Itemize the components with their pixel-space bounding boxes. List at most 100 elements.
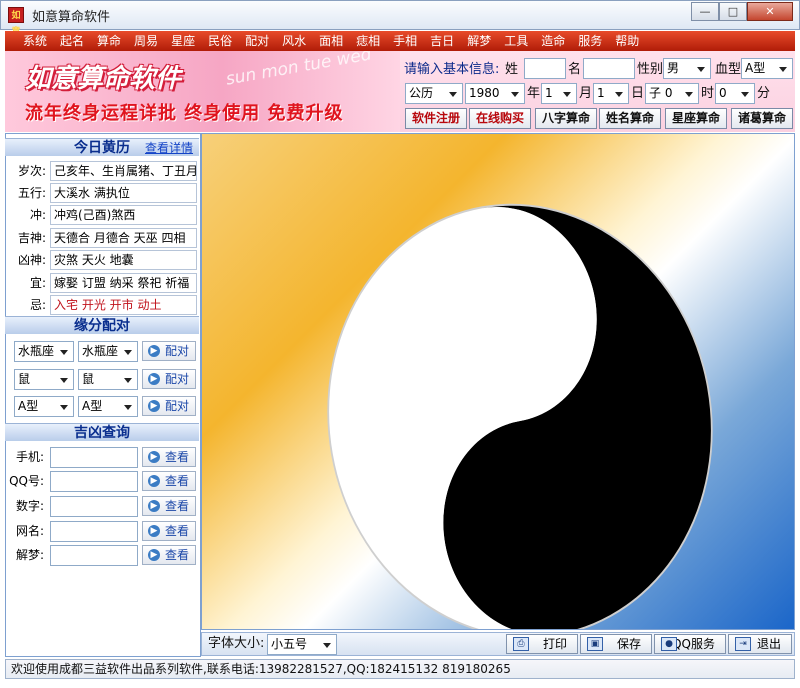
menu-naming[interactable]: 起名 [60, 31, 84, 51]
gender-label: 性别 [637, 62, 664, 77]
qq-input[interactable] [50, 471, 138, 492]
exit-button[interactable]: ⇥ 退出 [728, 634, 792, 654]
menu-service[interactable]: 服务 [578, 31, 602, 51]
buy-online-button[interactable]: 在线购买 [469, 108, 531, 129]
surname-label: 姓 [505, 62, 519, 77]
nickname-input[interactable] [50, 521, 138, 542]
minute-select[interactable]: 0 [715, 83, 755, 104]
day-select[interactable]: 1 [593, 83, 629, 104]
menu-lucky-day[interactable]: 吉日 [430, 31, 454, 51]
exit-label: 退出 [756, 637, 781, 651]
menu-folk[interactable]: 民俗 [208, 31, 232, 51]
surname-input[interactable] [524, 58, 566, 79]
menu-help[interactable]: 帮助 [615, 31, 639, 51]
almanac-value: 天德合 月德合 天巫 四相 [50, 228, 197, 248]
match-select-b[interactable]: 鼠 [78, 369, 138, 390]
number-input[interactable] [50, 496, 138, 517]
name-input[interactable] [583, 58, 635, 79]
save-label: 保存 [616, 637, 641, 651]
day-label: 日 [631, 86, 645, 101]
query-button[interactable]: ▶ 查看 [142, 471, 196, 491]
query-button-label: 查看 [165, 474, 190, 488]
print-button[interactable]: ⎙ 打印 [506, 634, 578, 654]
match-header: 缘分配对 [5, 316, 199, 334]
minute-label: 分 [757, 86, 771, 101]
close-button[interactable]: ✕ [747, 2, 793, 21]
shichen-select[interactable]: 子 0 [645, 83, 699, 104]
query-label: 手机: [15, 450, 44, 464]
match-select-a[interactable]: A型 [14, 396, 74, 417]
almanac-label: 吉神: [17, 231, 46, 245]
month-select[interactable]: 1 [541, 83, 577, 104]
menu-match[interactable]: 配对 [245, 31, 269, 51]
menu-system[interactable]: 系统 [23, 31, 47, 51]
match-button[interactable]: ▶ 配对 [142, 369, 196, 389]
arrow-right-icon: ▶ [148, 549, 160, 561]
arrow-right-icon: ▶ [148, 451, 160, 463]
almanac-value: 冲鸡(己酉)煞西 [50, 205, 197, 225]
year-select[interactable]: 1980 [465, 83, 525, 104]
query-label: 网名: [15, 524, 44, 538]
register-button[interactable]: 软件注册 [405, 108, 467, 129]
arrow-right-icon: ▶ [148, 525, 160, 537]
menu-palm[interactable]: 手相 [393, 31, 417, 51]
window-title: 如意算命软件 [32, 9, 111, 25]
query-button[interactable]: ▶ 查看 [142, 521, 196, 541]
year-label: 年 [527, 86, 541, 101]
qq-service-button[interactable]: ● QQ服务 [654, 634, 726, 654]
menu-dream[interactable]: 解梦 [467, 31, 491, 51]
banner-title: 如意算命软件 [25, 64, 182, 94]
constellation-fortune-button[interactable]: 星座算命 [665, 108, 727, 129]
save-button[interactable]: ▣ 保存 [580, 634, 652, 654]
blood-select[interactable]: A型 [741, 58, 793, 79]
name-label: 名 [568, 62, 582, 77]
font-size-select[interactable]: 小五号 [267, 634, 337, 655]
bazi-fortune-button[interactable]: 八字算命 [535, 108, 597, 129]
menu-fortune[interactable]: 算命 [97, 31, 121, 51]
query-button[interactable]: ▶ 查看 [142, 447, 196, 467]
menu-create-fate[interactable]: 造命 [541, 31, 565, 51]
dream-input[interactable] [50, 545, 138, 566]
query-button[interactable]: ▶ 查看 [142, 496, 196, 516]
gender-select[interactable]: 男 [663, 58, 711, 79]
zhuge-fortune-button[interactable]: 诸葛算命 [731, 108, 793, 129]
match-button[interactable]: ▶ 配对 [142, 341, 196, 361]
font-size-label: 字体大小: [208, 636, 265, 651]
match-select-a[interactable]: 鼠 [14, 369, 74, 390]
query-button[interactable]: ▶ 查看 [142, 545, 196, 565]
blood-label: 血型 [715, 62, 742, 77]
menu-tools[interactable]: 工具 [504, 31, 528, 51]
match-select-b[interactable]: 水瓶座 [78, 341, 138, 362]
almanac-label: 凶神: [17, 253, 46, 267]
menu-constellation[interactable]: 星座 [171, 31, 195, 51]
match-button[interactable]: ▶ 配对 [142, 396, 196, 416]
menu-zhouyi[interactable]: 周易 [134, 31, 158, 51]
arrow-right-icon: ▶ [148, 475, 160, 487]
arrow-right-icon: ▶ [148, 373, 160, 385]
bottom-toolbar: 字体大小: 小五号 ⎙ 打印 ▣ 保存 ● QQ服务 ⇥ 退出 [201, 632, 795, 656]
match-button-label: 配对 [165, 399, 190, 413]
match-button-label: 配对 [165, 344, 190, 358]
qq-service-label: QQ服务 [672, 637, 715, 651]
query-button-label: 查看 [165, 499, 190, 513]
match-select-b[interactable]: A型 [78, 396, 138, 417]
almanac-detail-link[interactable]: 查看详情 [145, 139, 193, 157]
menu-mole[interactable]: 痣相 [356, 31, 380, 51]
name-fortune-button[interactable]: 姓名算命 [599, 108, 661, 129]
query-label: 解梦: [15, 548, 44, 562]
almanac-label: 冲: [29, 208, 46, 222]
app-icon: 如意 [8, 7, 24, 37]
phone-input[interactable] [50, 447, 138, 468]
menu-fengshui[interactable]: 风水 [282, 31, 306, 51]
almanac-label: 忌: [29, 298, 46, 312]
query-label: 数字: [15, 499, 44, 513]
almanac-title: 今日黄历 [74, 140, 130, 156]
match-select-a[interactable]: 水瓶座 [14, 341, 74, 362]
menu-face[interactable]: 面相 [319, 31, 343, 51]
maximize-button[interactable]: □ [719, 2, 747, 21]
taiji-image [327, 203, 713, 629]
calendar-select[interactable]: 公历 [405, 83, 463, 104]
match-title: 缘分配对 [74, 318, 130, 334]
minimize-button[interactable]: — [691, 2, 719, 21]
match-button-label: 配对 [165, 372, 190, 386]
